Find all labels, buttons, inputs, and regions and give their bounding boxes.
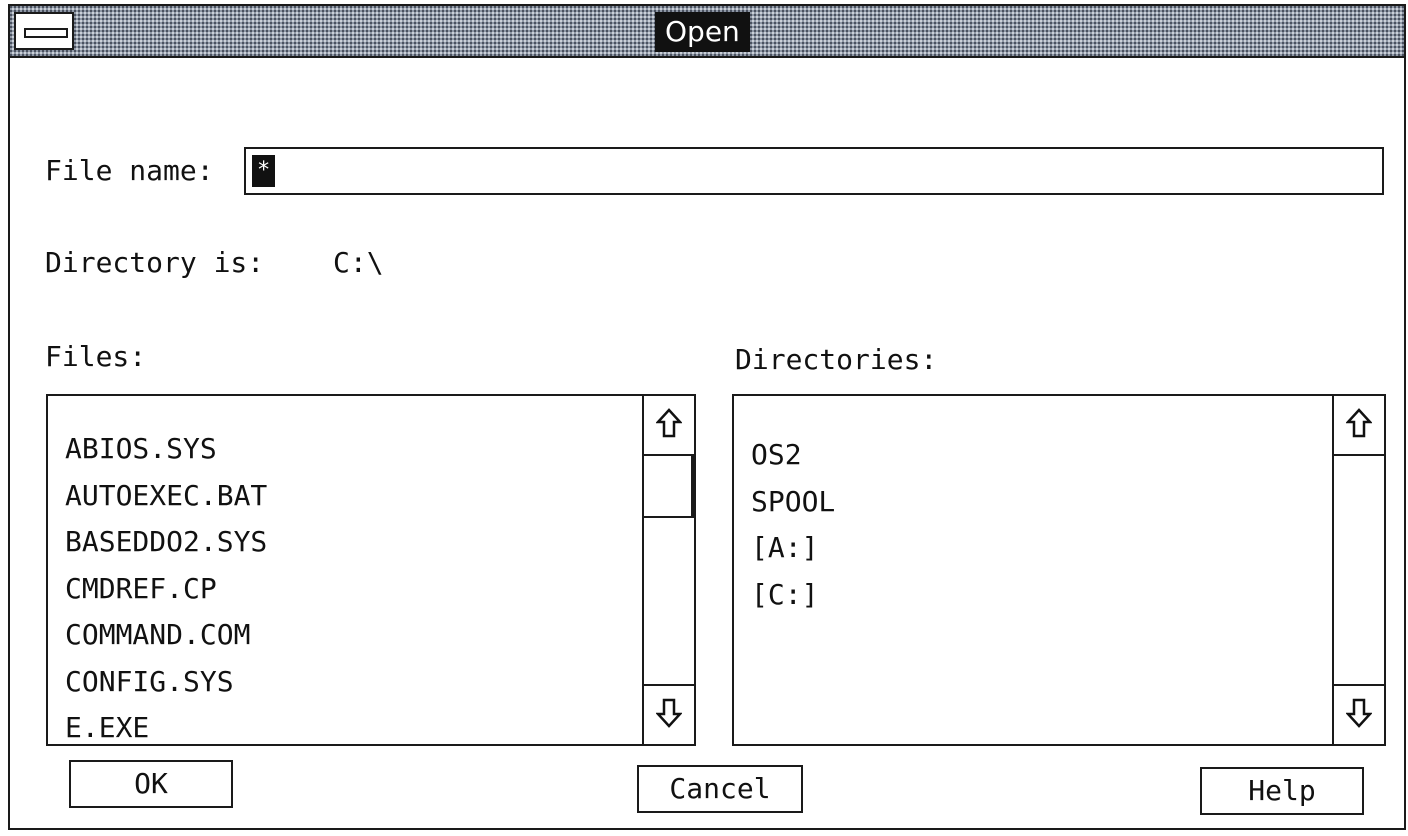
cancel-button[interactable]: Cancel (637, 765, 803, 813)
arrow-up-icon (1345, 408, 1373, 442)
file-list-item[interactable]: CMDREF.CP (65, 566, 267, 613)
arrow-up-icon (655, 408, 683, 442)
file-list-item[interactable]: AUTOEXEC.BAT (65, 473, 267, 520)
directories-list: OS2 SPOOL [A:] [C:] (751, 432, 835, 618)
directories-label: Directories: (735, 343, 938, 376)
file-list-item[interactable]: CONFIG.SYS (65, 659, 267, 706)
directory-label: Directory is: (45, 246, 265, 279)
directories-listbox[interactable]: OS2 SPOOL [A:] [C:] (732, 394, 1386, 746)
files-scroll-down-button[interactable] (644, 684, 694, 744)
directories-scrollbar[interactable] (1332, 396, 1384, 744)
directory-list-item[interactable]: [C:] (751, 572, 835, 619)
arrow-down-icon (1345, 698, 1373, 732)
files-list: ABIOS.SYS AUTOEXEC.BAT BASEDDO2.SYS CMDREF.… (65, 426, 267, 752)
files-scrollbar[interactable] (642, 396, 694, 744)
file-list-item[interactable]: ABIOS.SYS (65, 426, 267, 473)
file-name-label: File name: (45, 154, 214, 187)
directory-list-item[interactable]: [A:] (751, 525, 835, 572)
file-name-input[interactable]: * (244, 147, 1384, 195)
help-button[interactable]: Help (1200, 767, 1364, 815)
directories-scroll-up-button[interactable] (1334, 396, 1384, 456)
arrow-down-icon (655, 698, 683, 732)
files-label: Files: (45, 340, 147, 373)
directory-list-item[interactable]: SPOOL (751, 479, 835, 526)
file-list-item[interactable]: BASEDDO2.SYS (65, 519, 267, 566)
directory-list-item[interactable]: OS2 (751, 432, 835, 479)
directories-scroll-down-button[interactable] (1334, 684, 1384, 744)
files-scroll-thumb[interactable] (644, 456, 694, 518)
open-dialog: Open File name: * Directory is: C:\ File… (8, 4, 1406, 830)
title-bar[interactable]: Open (10, 6, 1404, 58)
files-scroll-up-button[interactable] (644, 396, 694, 456)
file-name-value: * (252, 155, 276, 187)
files-listbox[interactable]: ABIOS.SYS AUTOEXEC.BAT BASEDDO2.SYS CMDREF.… (46, 394, 696, 746)
system-menu-icon[interactable] (14, 12, 74, 50)
file-list-item[interactable]: COMMAND.COM (65, 612, 267, 659)
file-list-item[interactable]: E.EXE (65, 705, 267, 752)
ok-button[interactable]: OK (69, 760, 233, 808)
directory-value: C:\ (333, 246, 384, 279)
dialog-title: Open (655, 12, 750, 52)
